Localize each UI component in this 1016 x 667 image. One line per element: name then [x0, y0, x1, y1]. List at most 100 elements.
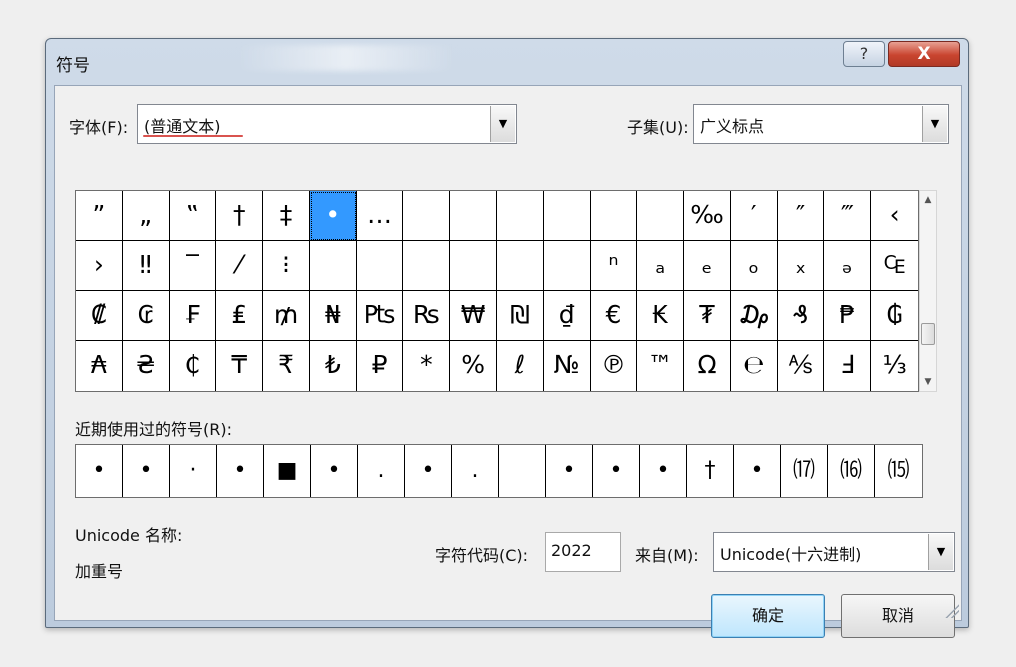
- symbol-cell[interactable]: ₯: [730, 291, 778, 341]
- symbol-cell[interactable]: ₪: [497, 291, 544, 341]
- symbol-cell[interactable]: ″: [777, 191, 825, 241]
- symbol-cell[interactable]: ⁄: [216, 241, 264, 291]
- symbol-cell[interactable]: ₥: [263, 291, 310, 341]
- symbol-cell[interactable]: ”: [76, 191, 123, 241]
- symbol-cell[interactable]: [309, 241, 357, 291]
- symbol-cell[interactable]: ₓ: [777, 241, 825, 291]
- symbol-cell[interactable]: €: [590, 291, 638, 341]
- symbol-cell[interactable]: ₹: [263, 341, 310, 391]
- ok-button[interactable]: 确定: [711, 594, 825, 638]
- symbol-cell[interactable]: ‡: [263, 191, 310, 241]
- symbol-cell[interactable]: †: [216, 191, 264, 241]
- recent-symbol-cell[interactable]: ⒃: [828, 445, 875, 497]
- symbol-cell[interactable]: [450, 191, 497, 241]
- symbol-cell[interactable]: [403, 241, 451, 291]
- recent-symbol-cell[interactable]: •: [76, 445, 123, 497]
- symbol-cell[interactable]: ‴: [824, 191, 872, 241]
- recent-symbol-cell[interactable]: •: [123, 445, 170, 497]
- symbol-cell[interactable]: ℗: [591, 341, 638, 391]
- symbol-cell[interactable]: [543, 241, 591, 291]
- recent-symbol-cell[interactable]: •: [217, 445, 264, 497]
- symbol-cell[interactable]: *: [403, 341, 451, 391]
- recent-symbol-cell[interactable]: †: [687, 445, 734, 497]
- symbol-cell[interactable]: ₸: [216, 341, 264, 391]
- symbol-cell[interactable]: Ⅎ: [824, 341, 872, 391]
- recent-symbol-cell[interactable]: •: [593, 445, 640, 497]
- symbol-cell[interactable]: ‹: [871, 191, 918, 241]
- symbol-cell[interactable]: ₴: [123, 341, 170, 391]
- recent-symbol-cell[interactable]: .: [452, 445, 499, 497]
- symbol-cell[interactable]: ₺: [310, 341, 357, 391]
- symbol-cell[interactable]: ₽: [357, 341, 404, 391]
- symbol-cell[interactable]: ℮: [731, 341, 778, 391]
- symbol-cell[interactable]: ₠: [871, 241, 918, 291]
- recent-symbol-cell[interactable]: ■: [264, 445, 311, 497]
- symbol-cell[interactable]: ›: [76, 241, 123, 291]
- symbol-cell[interactable]: ₔ: [824, 241, 872, 291]
- symbol-cell[interactable]: ₱: [824, 291, 872, 341]
- symbol-grid-scrollbar[interactable]: ▲ ▼: [919, 190, 937, 392]
- symbol-cell[interactable]: ‟: [169, 191, 217, 241]
- symbol-cell[interactable]: ™: [637, 341, 685, 391]
- scroll-down-icon[interactable]: ▼: [920, 373, 936, 391]
- subset-dropdown[interactable]: 广义标点 ▼: [693, 104, 949, 144]
- symbol-cell[interactable]: [497, 191, 544, 241]
- symbol-cell[interactable]: ₒ: [730, 241, 778, 291]
- symbol-cell[interactable]: Ω: [684, 341, 731, 391]
- chevron-down-icon[interactable]: ▼: [928, 534, 953, 570]
- recent-symbol-cell[interactable]: •: [734, 445, 781, 497]
- symbol-cell[interactable]: ₑ: [684, 241, 731, 291]
- symbol-cell[interactable]: ⅓: [871, 341, 918, 391]
- symbol-cell[interactable]: ‰: [684, 191, 731, 241]
- symbol-cell[interactable]: [450, 241, 497, 291]
- symbol-cell[interactable]: ⅍: [778, 341, 825, 391]
- symbol-cell[interactable]: ₨: [403, 291, 451, 341]
- symbol-cell[interactable]: ₢: [122, 291, 170, 341]
- symbol-cell[interactable]: ₐ: [637, 241, 685, 291]
- symbol-cell-selected[interactable]: •: [309, 191, 357, 241]
- symbol-cell[interactable]: ′: [730, 191, 778, 241]
- recent-symbol-cell[interactable]: .: [358, 445, 405, 497]
- font-dropdown[interactable]: (普通文本) ▼: [137, 104, 517, 144]
- symbol-cell[interactable]: [403, 191, 451, 241]
- recent-symbol-cell[interactable]: •: [546, 445, 593, 497]
- recent-symbol-cell[interactable]: •: [640, 445, 687, 497]
- recent-symbol-cell[interactable]: ⒂: [875, 445, 922, 497]
- symbol-cell[interactable]: …: [356, 191, 404, 241]
- symbol-cell[interactable]: ₧: [356, 291, 404, 341]
- symbol-cell[interactable]: [497, 241, 544, 291]
- recent-symbol-cell[interactable]: ⒄: [781, 445, 828, 497]
- char-code-input[interactable]: 2022: [545, 532, 621, 572]
- symbol-cell[interactable]: ₮: [684, 291, 731, 341]
- scroll-thumb[interactable]: [921, 323, 935, 345]
- symbol-cell[interactable]: ₤: [216, 291, 264, 341]
- chevron-down-icon[interactable]: ▼: [922, 106, 947, 142]
- symbol-cell[interactable]: [543, 191, 591, 241]
- symbol-cell[interactable]: ⁝: [263, 241, 310, 291]
- from-dropdown[interactable]: Unicode(十六进制) ▼: [713, 532, 955, 572]
- title-bar[interactable]: 符号 ? X: [46, 39, 968, 85]
- symbol-cell[interactable]: ⁿ: [590, 241, 638, 291]
- recent-symbol-cell[interactable]: •: [405, 445, 452, 497]
- symbol-cell[interactable]: ‾: [169, 241, 217, 291]
- symbol-cell[interactable]: №: [544, 341, 591, 391]
- cancel-button[interactable]: 取消: [841, 594, 955, 638]
- symbol-cell[interactable]: ₡: [76, 291, 123, 341]
- symbol-cell[interactable]: [637, 191, 685, 241]
- symbol-cell[interactable]: ₩: [450, 291, 497, 341]
- recent-symbol-cell[interactable]: •: [311, 445, 358, 497]
- symbol-cell[interactable]: ₲: [871, 291, 918, 341]
- symbol-cell[interactable]: ₳: [76, 341, 123, 391]
- resize-grip-icon[interactable]: [945, 604, 959, 618]
- symbol-cell[interactable]: ₫: [543, 291, 591, 341]
- recent-symbol-cell[interactable]: [499, 445, 546, 497]
- symbol-cell[interactable]: ₭: [637, 291, 685, 341]
- symbol-cell[interactable]: ℓ: [497, 341, 544, 391]
- symbol-cell[interactable]: [356, 241, 404, 291]
- chevron-down-icon[interactable]: ▼: [490, 106, 515, 142]
- symbol-cell[interactable]: [590, 191, 638, 241]
- close-button[interactable]: X: [888, 41, 960, 67]
- symbol-cell[interactable]: ₣: [169, 291, 217, 341]
- symbol-cell[interactable]: „: [122, 191, 170, 241]
- symbol-cell[interactable]: %: [450, 341, 497, 391]
